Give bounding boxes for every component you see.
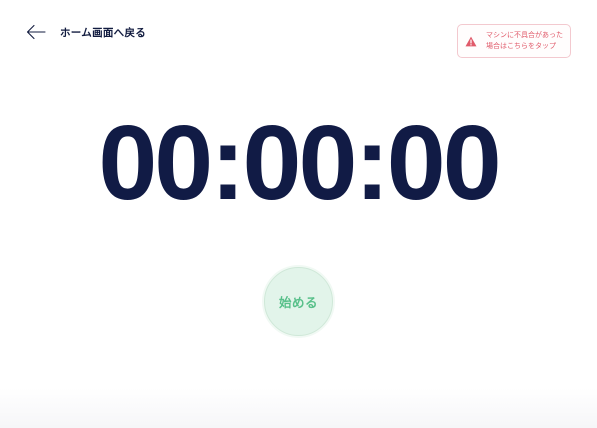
report-malfunction-button[interactable]: マシンに不具合があった 場合はこちらをタップ (457, 24, 571, 58)
warning-icon (465, 36, 477, 46)
timer-display: 00:00:00 (98, 104, 501, 222)
arrow-left-icon (26, 24, 46, 40)
timer-screen: ホーム画面へ戻る マシンに不具合があった 場合はこちらをタップ 00:00:00… (0, 0, 597, 428)
report-text-line-2: 場合はこちらをタップ (486, 42, 556, 50)
back-link-label: ホーム画面へ戻る (60, 26, 147, 39)
start-button[interactable]: 始める (264, 267, 333, 336)
report-text: マシンに不具合があった 場合はこちらをタップ (486, 30, 563, 52)
start-button-label: 始める (278, 295, 318, 310)
report-text-line-1: マシンに不具合があった (486, 31, 563, 39)
back-to-home-link[interactable]: ホーム画面へ戻る (26, 22, 146, 42)
bottom-fade (0, 388, 597, 428)
